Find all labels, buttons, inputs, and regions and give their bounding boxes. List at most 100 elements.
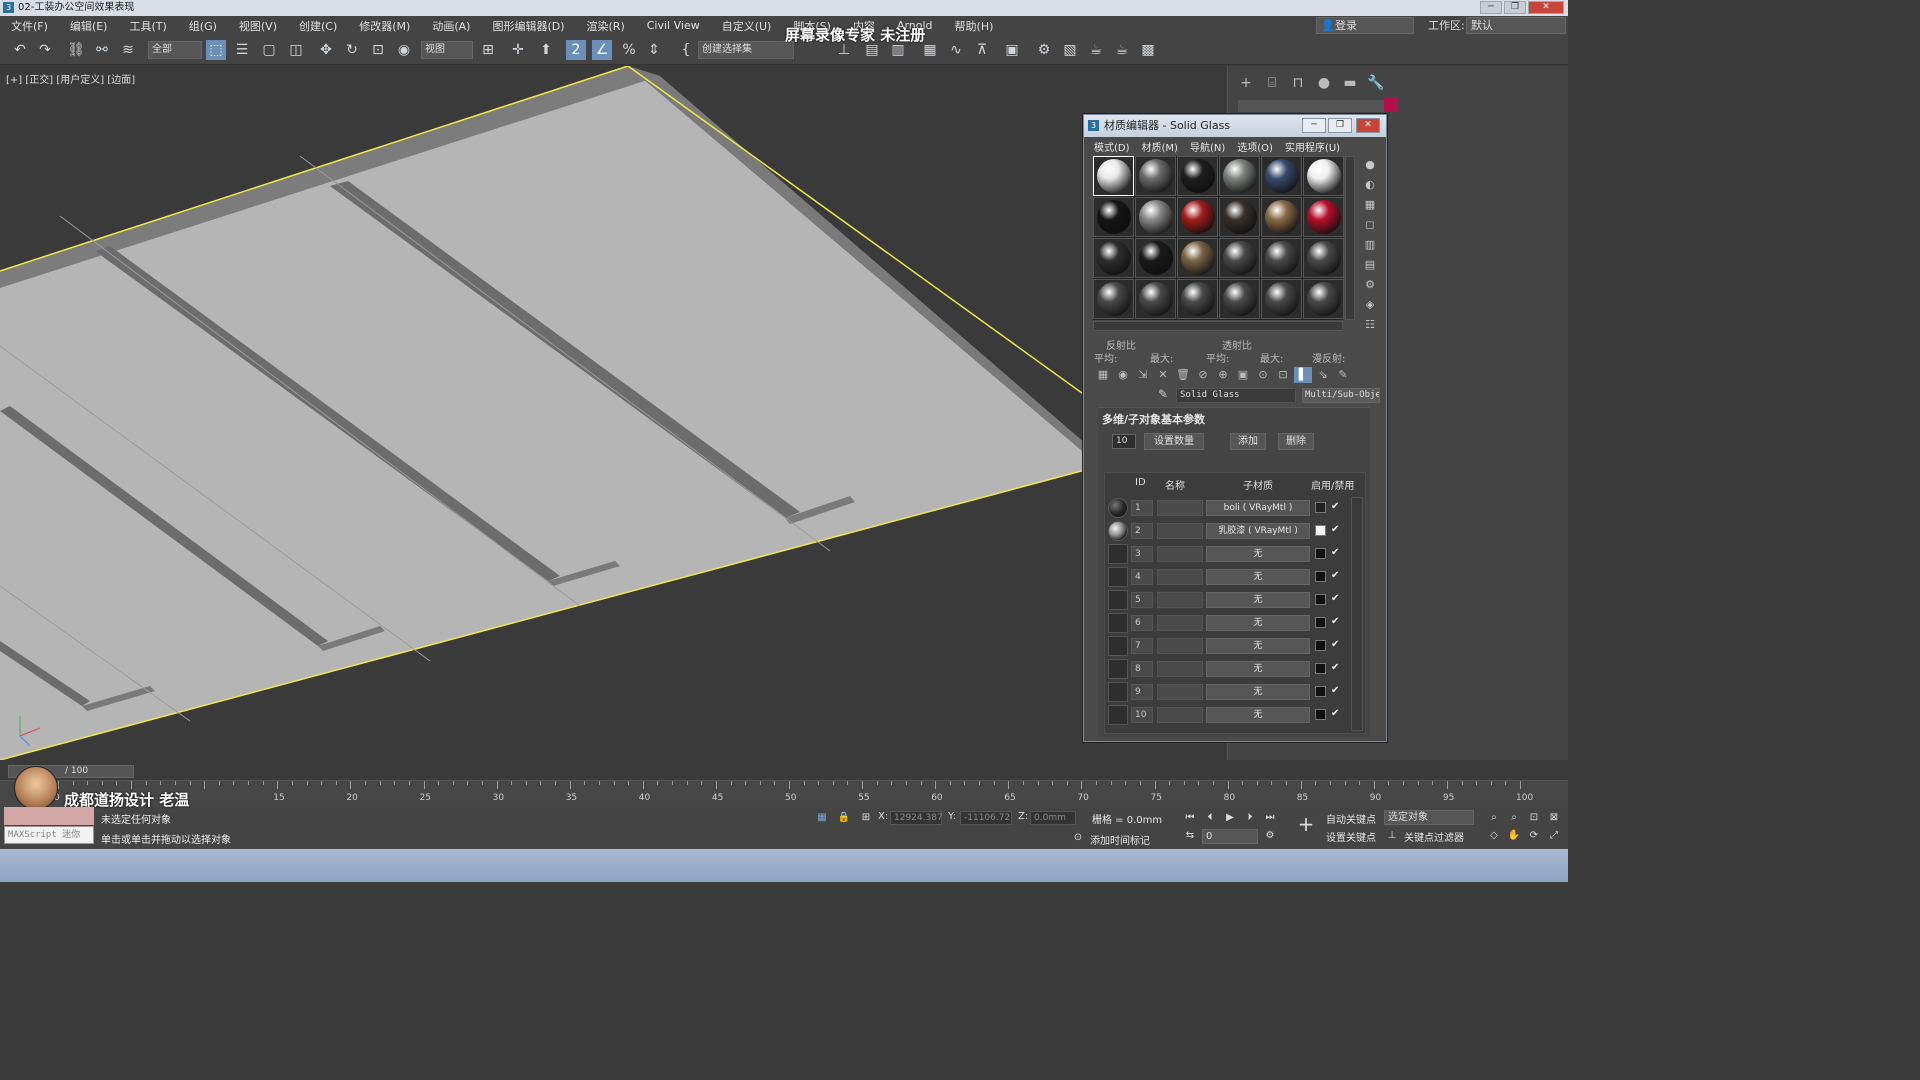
submaterial-id[interactable]: 4 (1131, 569, 1153, 585)
table-row[interactable]: 8 无 ✔ (1105, 658, 1367, 680)
selection-lock-icon[interactable]: 🔒 (836, 810, 852, 826)
make-unique-icon[interactable]: ⊘ (1194, 367, 1212, 383)
next-frame-icon[interactable]: ⏵ (1242, 810, 1258, 826)
current-frame-field[interactable]: 0 (1202, 829, 1258, 844)
time-tag-icon[interactable]: ⊙ (1070, 830, 1086, 846)
put-to-library-icon[interactable]: ⊕ (1214, 367, 1232, 383)
render-setup-icon[interactable]: ⚙ (1034, 40, 1054, 60)
submaterial-color-swatch[interactable] (1315, 663, 1326, 674)
submaterial-id[interactable]: 2 (1131, 523, 1153, 539)
material-slot[interactable] (1303, 197, 1344, 237)
menu-file[interactable]: 文件(F) (0, 18, 59, 34)
submaterial-name-field[interactable] (1157, 592, 1203, 608)
material-slot[interactable] (1177, 197, 1218, 237)
isolate-selection-icon[interactable]: ▦ (814, 810, 830, 826)
key-filter-icon[interactable]: ⊥ (1384, 828, 1400, 844)
absolute-mode-icon[interactable]: ⊞ (858, 810, 874, 826)
key-set-dropdown[interactable]: 选定对象 (1384, 810, 1474, 825)
me-minimize-button[interactable]: ─ (1302, 118, 1326, 133)
go-forward-sibling-icon[interactable]: ⇘ (1314, 367, 1332, 383)
assign-to-selection-icon[interactable]: ⇲ (1134, 367, 1152, 383)
show-end-result-icon[interactable]: ⊡ (1274, 367, 1292, 383)
undo-icon[interactable]: ↶ (10, 40, 30, 60)
submaterial-enable-checkbox[interactable]: ✔ (1331, 547, 1343, 559)
table-row[interactable]: 6 无 ✔ (1105, 612, 1367, 634)
submaterial-button[interactable]: 无 (1206, 546, 1310, 562)
table-row[interactable]: 3 无 ✔ (1105, 543, 1367, 565)
render-production-icon[interactable]: ☕ (1086, 40, 1106, 60)
material-slot[interactable] (1177, 279, 1218, 319)
orbit-icon[interactable]: ⟳ (1526, 828, 1542, 844)
material-slot[interactable] (1093, 238, 1134, 278)
material-slot[interactable] (1135, 238, 1176, 278)
time-configuration-icon[interactable]: ⚙ (1262, 828, 1278, 844)
submaterial-table-scrollbar[interactable] (1351, 497, 1363, 731)
object-name-field[interactable] (1238, 100, 1388, 112)
field-of-view-icon[interactable]: ◇ (1486, 828, 1502, 844)
redo-icon[interactable]: ↷ (35, 40, 55, 60)
submaterial-name-field[interactable] (1157, 661, 1203, 677)
table-row[interactable]: 9 无 ✔ (1105, 681, 1367, 703)
submaterial-button[interactable]: 无 (1206, 569, 1310, 585)
submaterial-button[interactable]: 乳胶漆 ( VRayMtl ) (1206, 523, 1310, 539)
submaterial-count-field[interactable]: 10 (1112, 434, 1136, 449)
submaterial-color-swatch[interactable] (1315, 525, 1326, 536)
me-close-button[interactable]: ✕ (1356, 118, 1380, 133)
table-row[interactable]: 2 乳胶漆 ( VRayMtl ) ✔ (1105, 520, 1367, 542)
x-coordinate-field[interactable]: 12924.387 (890, 811, 943, 825)
material-slot[interactable] (1135, 197, 1176, 237)
select-by-material-icon[interactable]: ◈ (1362, 297, 1378, 313)
display-tab-icon[interactable]: ▬ (1340, 73, 1360, 93)
rectangular-selection-icon[interactable]: ▢ (259, 40, 279, 60)
pan-icon[interactable]: ✋ (1506, 828, 1522, 844)
window-crossing-icon[interactable]: ◫ (286, 40, 306, 60)
material-slot[interactable] (1261, 197, 1302, 237)
utilities-tab-icon[interactable]: 🔧 (1366, 73, 1386, 93)
header-submaterial[interactable]: 子材质 (1243, 477, 1273, 492)
hierarchy-tab-icon[interactable]: ⊓ (1288, 73, 1308, 93)
add-time-tag[interactable]: 添加时间标记 (1090, 832, 1150, 847)
submaterial-color-swatch[interactable] (1315, 548, 1326, 559)
submaterial-id[interactable]: 10 (1131, 707, 1153, 723)
uv-tiling-icon[interactable]: ◻ (1362, 217, 1378, 233)
submaterial-color-swatch[interactable] (1315, 571, 1326, 582)
link-icon[interactable]: ⛓ (66, 40, 86, 60)
submaterial-enable-checkbox[interactable]: ✔ (1331, 501, 1343, 513)
submaterial-color-swatch[interactable] (1315, 502, 1326, 513)
create-tab-icon[interactable]: + (1236, 73, 1256, 93)
object-color-swatch[interactable] (1384, 98, 1398, 112)
set-key-icon[interactable]: + (1294, 812, 1318, 836)
submaterial-id[interactable]: 3 (1131, 546, 1153, 562)
material-slot[interactable] (1093, 156, 1134, 196)
submaterial-color-swatch[interactable] (1315, 640, 1326, 651)
key-filters-button[interactable]: 关键点过滤器 (1404, 829, 1464, 844)
y-coordinate-field[interactable]: -11106.72 (960, 811, 1012, 825)
me-menu-options[interactable]: 选项(O) (1231, 137, 1279, 154)
scale-icon[interactable]: ⊡ (368, 40, 388, 60)
submaterial-name-field[interactable] (1157, 707, 1203, 723)
submaterial-id[interactable]: 6 (1131, 615, 1153, 631)
menu-edit[interactable]: 编辑(E) (59, 18, 119, 34)
table-row[interactable]: 10 无 ✔ (1105, 704, 1367, 726)
zoom-all-icon[interactable]: ⌕ (1506, 810, 1522, 826)
submaterial-button[interactable]: boli ( VRayMtl ) (1206, 500, 1310, 516)
material-id-channel-icon[interactable]: ▣ (1234, 367, 1252, 383)
submaterial-enable-checkbox[interactable]: ✔ (1331, 593, 1343, 605)
go-to-parent-icon[interactable]: ▌ (1294, 367, 1312, 383)
zoom-extents-all-icon[interactable]: ⊠ (1546, 810, 1562, 826)
viewport-label[interactable]: [+] [正交] [用户定义] [边面] (6, 71, 135, 86)
menu-civil-view[interactable]: Civil View (636, 19, 711, 32)
table-row[interactable]: 1 boli ( VRayMtl ) ✔ (1105, 497, 1367, 519)
maximize-viewport-icon[interactable]: ⤢ (1546, 828, 1562, 844)
menu-group[interactable]: 组(G) (178, 18, 228, 34)
go-to-start-icon[interactable]: ⏮ (1182, 810, 1198, 826)
material-slot[interactable] (1219, 279, 1260, 319)
submaterial-id[interactable]: 1 (1131, 500, 1153, 516)
submaterial-enable-checkbox[interactable]: ✔ (1331, 685, 1343, 697)
material-slot[interactable] (1303, 238, 1344, 278)
selection-filter-dropdown[interactable]: 全部 (148, 41, 202, 59)
unlink-icon[interactable]: ⚯ (92, 40, 112, 60)
show-in-viewport-icon[interactable]: ⊙ (1254, 367, 1272, 383)
select-by-name-icon[interactable]: ☰ (232, 40, 252, 60)
sample-type-icon[interactable]: ● (1362, 157, 1378, 173)
